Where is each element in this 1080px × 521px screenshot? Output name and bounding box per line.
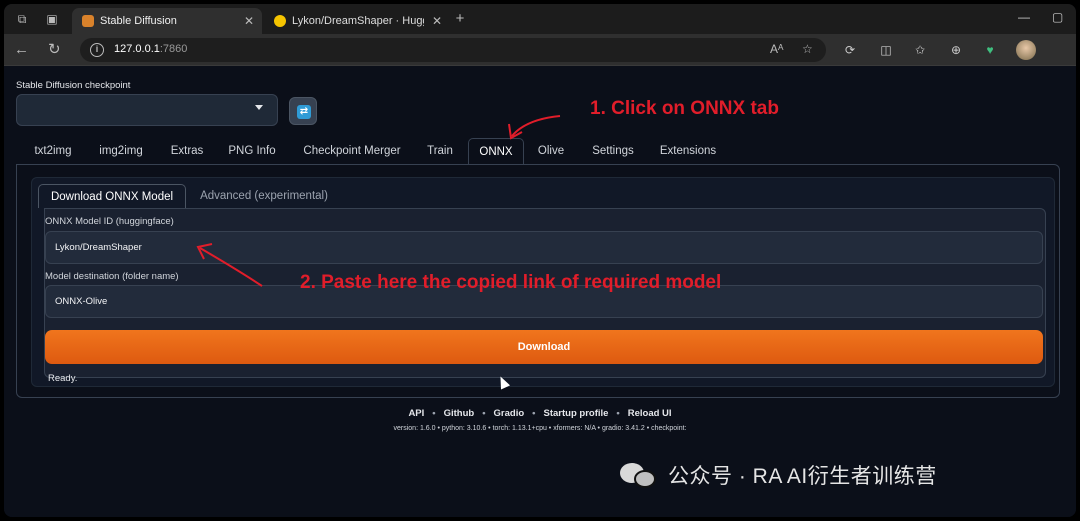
webui-page: Stable Diffusion checkpoint ⇄ txt2img im… — [4, 66, 1076, 517]
maximize-icon[interactable]: ▢ — [1052, 10, 1063, 24]
new-tab-button[interactable]: + — [452, 11, 468, 27]
annotation-arrows — [196, 115, 561, 287]
address-bar[interactable]: i 127.0.0.1:7860 Aᴬ ☆ — [80, 38, 826, 62]
watermark-text: 公众号 · RA AI衍生者训练营 — [668, 465, 937, 488]
profile-avatar[interactable] — [1016, 40, 1036, 60]
favorite-star-icon[interactable]: ☆ — [802, 42, 813, 56]
close-tab-icon[interactable]: ✕ — [244, 8, 254, 34]
reload-icon[interactable]: ↻ — [48, 41, 61, 59]
browser-tab-strip: ⧉ ▣ Stable Diffusion ✕ Lykon/DreamShaper… — [4, 4, 1076, 34]
favorites-icon[interactable]: ✩ — [912, 42, 928, 58]
browser-tab-huggingface[interactable]: Lykon/DreamShaper · Hugging F ✕ — [264, 8, 450, 34]
extensions-icon[interactable]: ♥ — [982, 42, 998, 58]
wechat-logo-icon — [620, 459, 662, 491]
tab-title: Lykon/DreamShaper · Hugging F — [292, 15, 424, 27]
minimize-icon[interactable]: — — [1018, 10, 1030, 24]
info-icon[interactable]: i — [90, 43, 104, 57]
url-text: 127.0.0.1:7860 — [114, 43, 187, 55]
arrow-to-model-field — [199, 247, 263, 287]
close-tab-icon[interactable]: ✕ — [432, 8, 442, 34]
url-port: :7860 — [159, 43, 188, 55]
workspaces-icon[interactable]: ⧉ — [14, 11, 30, 27]
back-icon[interactable]: ← — [14, 41, 29, 59]
tab-title: Stable Diffusion — [100, 15, 177, 27]
tab-actions-icon[interactable]: ▣ — [44, 11, 60, 27]
refresh-ext-icon[interactable]: ⟳ — [842, 42, 858, 58]
stable-diffusion-favicon — [82, 15, 94, 27]
browser-window: ⧉ ▣ Stable Diffusion ✕ Lykon/DreamShaper… — [4, 4, 1076, 517]
browser-tab-stable-diffusion[interactable]: Stable Diffusion ✕ — [72, 8, 262, 34]
address-bar-row: ← ↻ i 127.0.0.1:7860 Aᴬ ☆ ⟳ ◫ ✩ ⊕ ♥ — [4, 34, 1076, 66]
read-aloud-icon[interactable]: Aᴬ — [770, 42, 783, 56]
collections-icon[interactable]: ⊕ — [948, 42, 964, 58]
huggingface-favicon — [274, 15, 286, 27]
url-host: 127.0.0.1 — [114, 43, 160, 55]
split-screen-icon[interactable]: ◫ — [878, 42, 894, 58]
watermark: 公众号 · RA AI衍生者训练营 — [620, 457, 937, 493]
